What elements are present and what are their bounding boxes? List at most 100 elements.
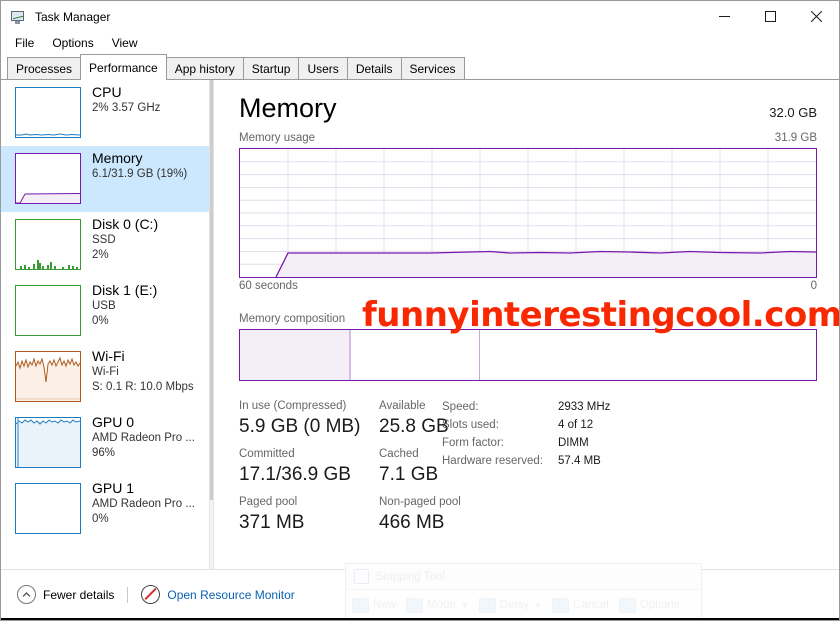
tab-startup[interactable]: Startup: [242, 57, 300, 80]
fewer-details-label: Fewer details: [43, 587, 115, 602]
sidebar-item-label: GPU 1: [92, 480, 135, 496]
delay-icon: [478, 597, 496, 613]
sidebar-item-sub2: 96%: [92, 447, 116, 459]
sidebar-item-sub1: Wi-Fi: [92, 366, 119, 378]
chevron-down-icon: ▼: [460, 600, 469, 610]
close-icon: [810, 11, 822, 22]
resource-sidebar[interactable]: CPU 2% 3.57 GHz Memory 6.1/31.9 GB (19%): [1, 80, 214, 569]
stat-value: 371 MB: [239, 512, 305, 533]
stat-non-paged-pool: Non-paged pool 466 MB: [379, 494, 479, 535]
tab-processes[interactable]: Processes: [7, 57, 82, 80]
task-manager-window: Task Manager File Options View Processes…: [0, 0, 840, 621]
sidebar-item-sub2: 0%: [92, 513, 109, 525]
spec-value: 4 of 12: [558, 419, 594, 431]
mode-icon: [406, 597, 424, 613]
ghost-options-button: Options: [618, 597, 680, 613]
axis-left-label: 60 seconds: [239, 280, 298, 292]
memory-detail-panel: Memory 32.0 GB Memory usage 31.9 GB 60 s…: [214, 80, 839, 569]
snipping-tool-ghost-window: Snipping Tool New Mode ▼ Delay ▼ Cancel: [345, 563, 702, 620]
fewer-details-button[interactable]: Fewer details: [17, 585, 114, 604]
maximize-button[interactable]: [747, 1, 793, 32]
spec-speed: Speed: 2933 MHz: [442, 398, 672, 416]
sidebar-item-label: Memory: [92, 150, 143, 166]
disk0-thumbnail-graph: [15, 219, 81, 270]
stat-paged-pool: Paged pool 371 MB: [239, 494, 379, 535]
minimize-icon: [718, 16, 730, 17]
stat-value: 17.1/36.9 GB: [239, 464, 351, 485]
task-manager-icon: [10, 9, 26, 25]
tab-app-history[interactable]: App history: [165, 57, 244, 80]
stat-label: Non-paged pool: [379, 496, 461, 508]
tab-services[interactable]: Services: [400, 57, 465, 80]
sidebar-item-sub1: 6.1/31.9 GB (19%): [92, 168, 188, 180]
menu-view[interactable]: View: [104, 34, 146, 52]
sidebar-item-gpu0[interactable]: GPU 0 AMD Radeon Pro ... 96%: [1, 410, 214, 476]
sidebar-item-sub1: AMD Radeon Pro ...: [92, 498, 195, 510]
memory-composition-label: Memory composition: [239, 313, 346, 325]
stats-row: Paged pool 371 MB Non-paged pool 466 MB: [239, 494, 817, 535]
memory-composition-bar[interactable]: [239, 329, 817, 381]
cpu-thumbnail-graph: [15, 87, 81, 138]
composition-segment-standby[interactable]: [350, 330, 481, 380]
page-title: Memory: [239, 93, 337, 123]
sidebar-item-label: Wi-Fi: [92, 348, 125, 364]
spec-key: Slots used:: [442, 419, 499, 431]
footer-separator: [127, 586, 129, 603]
sidebar-item-sub1: SSD: [92, 234, 116, 246]
maximize-icon: [764, 11, 776, 22]
spec-key: Speed:: [442, 401, 479, 413]
sidebar-item-label: GPU 0: [92, 414, 135, 430]
spec-key: Form factor:: [442, 437, 504, 449]
content-area: CPU 2% 3.57 GHz Memory 6.1/31.9 GB (19%): [1, 80, 839, 620]
gpu1-thumbnail-graph: [15, 483, 81, 534]
chevron-down-icon: ▼: [534, 600, 543, 610]
sidebar-item-sub2: 2%: [92, 249, 109, 261]
tab-users[interactable]: Users: [298, 57, 348, 80]
minimize-button[interactable]: [701, 1, 747, 32]
sidebar-item-label: CPU: [92, 84, 122, 100]
chevron-up-circle-icon: [17, 585, 36, 604]
total-memory-value: 32.0 GB: [769, 105, 817, 120]
ghost-title-bar: Snipping Tool: [346, 564, 701, 589]
sidebar-item-sub1: USB: [92, 300, 116, 312]
memory-usage-label: Memory usage: [239, 132, 316, 144]
stat-label: Committed: [239, 448, 295, 460]
tab-performance[interactable]: Performance: [80, 54, 167, 80]
sidebar-item-disk1[interactable]: Disk 1 (E:) USB 0%: [1, 278, 214, 344]
ghost-button-label: Cancel: [573, 599, 609, 611]
spec-key: Hardware reserved:: [442, 455, 543, 467]
ghost-button-label: Mode: [427, 599, 456, 611]
memory-usage-chart: [240, 149, 816, 277]
graph-caption-row: Memory usage 31.9 GB: [239, 132, 817, 144]
bottom-edge: [1, 618, 839, 620]
spec-slots-used: Slots used: 4 of 12: [442, 416, 672, 434]
tab-details[interactable]: Details: [346, 57, 402, 80]
title-bar: Task Manager: [1, 1, 839, 32]
menu-options[interactable]: Options: [44, 34, 101, 52]
new-icon: [352, 597, 369, 613]
sidebar-item-wifi[interactable]: Wi-Fi Wi-Fi S: 0.1 R: 10.0 Mbps: [1, 344, 214, 410]
sidebar-item-cpu[interactable]: CPU 2% 3.57 GHz: [1, 80, 214, 146]
composition-segment-free[interactable]: [480, 330, 816, 380]
menu-file[interactable]: File: [7, 34, 42, 52]
sidebar-item-label: Disk 0 (C:): [92, 216, 159, 232]
menu-bar: File Options View: [1, 32, 839, 54]
resource-monitor-icon: [141, 585, 161, 604]
sidebar-item-sub1: AMD Radeon Pro ...: [92, 432, 195, 444]
cancel-icon: [552, 597, 570, 613]
ghost-new-button: New: [352, 597, 396, 613]
wifi-thumbnail-graph: [15, 351, 81, 402]
memory-thumbnail-graph: [15, 153, 81, 204]
memory-usage-graph: [239, 148, 817, 278]
sidebar-item-disk0[interactable]: Disk 0 (C:) SSD 2%: [1, 212, 214, 278]
stat-committed: Committed 17.1/36.9 GB: [239, 446, 379, 487]
sidebar-item-gpu1[interactable]: GPU 1 AMD Radeon Pro ... 0%: [1, 476, 214, 542]
stat-value: 466 MB: [379, 512, 445, 533]
sidebar-item-memory[interactable]: Memory 6.1/31.9 GB (19%): [1, 146, 214, 212]
stat-label: Paged pool: [239, 496, 298, 508]
ghost-button-label: Options: [639, 599, 680, 611]
close-button[interactable]: [793, 1, 839, 32]
composition-segment-in-use[interactable]: [240, 330, 351, 380]
stat-in-use: In use (Compressed) 5.9 GB (0 MB): [239, 398, 379, 439]
open-resource-monitor-link[interactable]: Open Resource Monitor: [141, 585, 295, 604]
